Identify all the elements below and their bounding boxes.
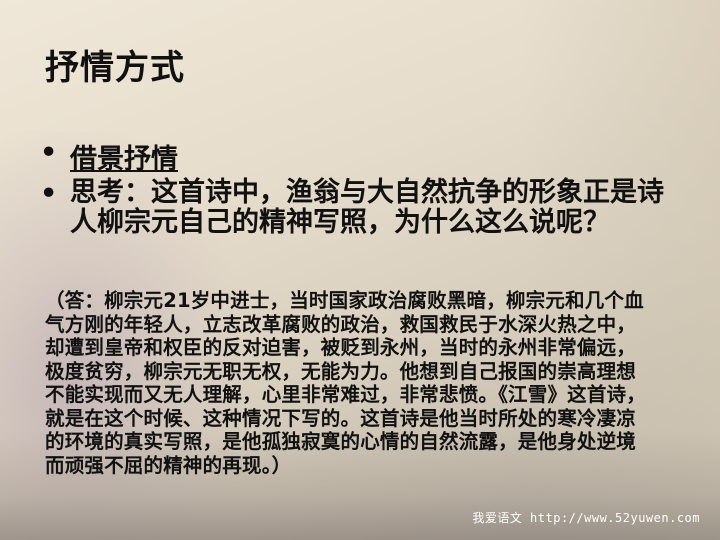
slide-title: 抒情方式 [45,48,185,88]
answer-paragraph: （答：柳宗元21岁中进士，当时国家政治腐败黑暗，柳宗元和几个血气方刚的年轻人，立… [45,289,646,477]
bullet-text: 借景抒情 [70,144,178,175]
bullet-marker: • [40,137,58,168]
watermark: 我爱语文 http://www.52yuwen.com [472,511,700,525]
bullet-text: 思考：这首诗中，渔翁与大自然抗争的形象正是诗人柳宗元自己的精神写照，为什么这么说… [70,177,664,238]
bullet-marker: • [40,178,58,209]
